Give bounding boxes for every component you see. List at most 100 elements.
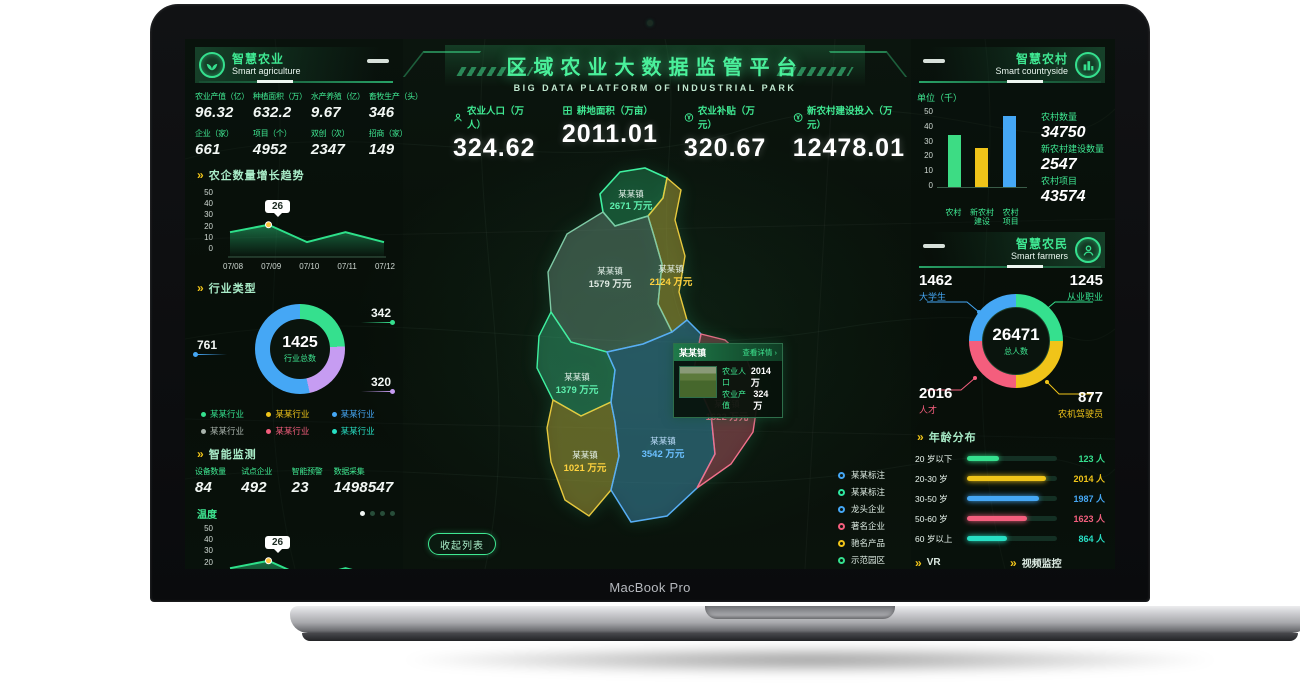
dot-icon[interactable] xyxy=(370,511,375,516)
legend-item: 某某行业 xyxy=(201,425,266,437)
svg-text:某某镇: 某某镇 xyxy=(572,450,598,460)
pagination-dots[interactable] xyxy=(360,511,395,516)
unit-label: 单位（千） xyxy=(917,91,1105,104)
svg-text:2671 万元: 2671 万元 xyxy=(610,201,653,212)
dash-decoration xyxy=(923,59,945,63)
ring-dot-icon xyxy=(838,472,845,479)
smart-countryside-header: 智慧农村 Smart countryside xyxy=(915,47,1105,83)
chevrons-icon: » xyxy=(197,170,204,180)
main-header: 区域农业大数据监管平台 BIG DATA PLATFORM OF INDUSTR… xyxy=(405,45,905,95)
smart-farmers-header: 智慧农民 Smart farmers xyxy=(915,232,1105,268)
dot-icon xyxy=(201,429,206,434)
ring-dot-icon xyxy=(838,523,845,530)
legend-item[interactable]: 某某标注 xyxy=(838,469,885,481)
stat: 设备数量84 xyxy=(195,466,237,496)
webcam-icon xyxy=(647,20,653,26)
bar xyxy=(948,135,961,187)
dot-icon xyxy=(266,429,271,434)
region-thumbnail-image xyxy=(679,366,717,398)
age-section-title: » 年龄分布 xyxy=(917,429,1105,445)
ring-dot-icon xyxy=(838,506,845,513)
laptop-shadow xyxy=(240,644,1300,684)
svg-text:1579 万元: 1579 万元 xyxy=(589,279,632,290)
macbook-mockup: 智慧农业 Smart agriculture 农业产值（亿）96.32 种植面积… xyxy=(150,4,1150,602)
laptop-underside xyxy=(302,633,1298,641)
smart-agriculture-header: 智慧农业 Smart agriculture xyxy=(195,47,397,83)
center-panel: 区域农业大数据监管平台 BIG DATA PLATFORM OF INDUSTR… xyxy=(405,39,905,569)
age-distribution-chart: 20 岁以下123 人 20-30 岁2014 人 30-50 岁1987 人 … xyxy=(915,452,1105,545)
dot-icon[interactable] xyxy=(360,511,365,516)
legend-item[interactable]: 驰名产品 xyxy=(838,537,885,549)
temperature-line-chart: 50403020100 07/0807/0907/1007/1107/12 26 xyxy=(195,523,397,569)
age-row: 20-30 岁2014 人 xyxy=(915,472,1105,485)
tooltip-title: 某某镇 xyxy=(679,346,706,359)
countryside-bar-chart: 50403020100 农村数量34750 新农村建设数量2547 农村 xyxy=(915,106,1105,208)
stat: 项目（个）4952 xyxy=(253,128,307,158)
investment-icon xyxy=(793,112,803,123)
stat: 水产养殖（亿）9.67 xyxy=(311,91,365,121)
view-details-link[interactable]: 查看详情 › xyxy=(742,347,777,358)
video-section-title: »视频监控 xyxy=(1010,555,1105,569)
ring-dot-icon xyxy=(838,540,845,547)
stat: 农业补贴（万元） 320.67 xyxy=(684,103,767,163)
bar xyxy=(1003,116,1016,187)
stat: 企业（家）661 xyxy=(195,128,249,158)
village-building-icon xyxy=(1075,52,1101,78)
stat: 种植面积（万）632.2 xyxy=(253,91,307,121)
legend-item[interactable]: 某某标注 xyxy=(838,486,885,498)
monitor-section-title: » 智能监测 xyxy=(197,446,397,462)
industry-legend: 某某行业 某某行业 某某行业 某某行业 某某行业 某某行业 xyxy=(195,408,397,437)
chevrons-icon: » xyxy=(197,283,204,293)
collapse-list-button[interactable]: 收起列表 xyxy=(428,533,496,555)
stat: 数据采集1498547 xyxy=(334,466,397,496)
trend-section-title: » 农企数量增长趋势 xyxy=(197,167,397,183)
dashboard-screen: 智慧农业 Smart agriculture 农业产值（亿）96.32 种植面积… xyxy=(185,39,1115,569)
laptop-base xyxy=(290,606,1300,633)
panel-title: 智慧农业 xyxy=(232,53,301,66)
legend-item[interactable]: 龙头企业 xyxy=(838,503,885,515)
svg-text:某某镇: 某某镇 xyxy=(650,436,676,446)
stat: 农业产值（亿）96.32 xyxy=(195,91,249,121)
dash-decoration xyxy=(367,59,389,63)
panel-subtitle: Smart farmers xyxy=(1011,251,1068,262)
dot-icon xyxy=(201,412,206,417)
svg-text:1021 万元: 1021 万元 xyxy=(564,463,607,474)
svg-text:2124 万元: 2124 万元 xyxy=(650,277,693,288)
svg-text:1379 万元: 1379 万元 xyxy=(556,385,599,396)
macbook-label: MacBook Pro xyxy=(150,580,1150,595)
chevrons-icon: » xyxy=(197,449,204,459)
monitor-stats: 设备数量84 试点企业492 智能预警23 数据采集1498547 xyxy=(195,466,397,496)
farmers-callout: 1245从业职业 xyxy=(1067,272,1103,303)
svg-text:某某镇: 某某镇 xyxy=(658,264,684,274)
legend-item[interactable]: 示范园区 xyxy=(838,554,885,566)
trend-line-chart: 50403020100 07/0807/0907/1007/1107/12 26 xyxy=(195,187,397,271)
chevrons-icon: » xyxy=(915,558,922,568)
age-row: 60 岁以上864 人 xyxy=(915,532,1105,545)
laptop-lid: 智慧农业 Smart agriculture 农业产值（亿）96.32 种植面积… xyxy=(150,4,1150,602)
farmers-donut-chart: 26471 总人数 1462大学生 xyxy=(915,272,1105,420)
legend-item[interactable]: 著名企业 xyxy=(838,520,885,532)
panel-title: 智慧农村 xyxy=(995,53,1068,66)
dot-icon xyxy=(332,429,337,434)
svg-text:3542 万元: 3542 万元 xyxy=(642,449,685,460)
agriculture-leaf-icon xyxy=(199,52,225,78)
legend-item: 某某行业 xyxy=(266,408,331,420)
age-row: 50-60 岁1623 人 xyxy=(915,512,1105,525)
subsidy-icon xyxy=(684,112,694,123)
dot-icon[interactable] xyxy=(380,511,385,516)
industry-section-title: » 行业类型 xyxy=(197,280,397,296)
industry-total: 1425 xyxy=(282,334,318,352)
svg-text:某某镇: 某某镇 xyxy=(597,266,623,276)
dot-icon[interactable] xyxy=(390,511,395,516)
svg-text:某某镇: 某某镇 xyxy=(618,189,644,199)
stat: 农村数量34750 xyxy=(1041,110,1105,142)
stat: 农业人口（万人） 324.62 xyxy=(453,103,536,163)
stat: 新农村建设数量2547 xyxy=(1041,142,1105,174)
headline-stats: 农业人口（万人） 324.62 耕地面积（万亩） 2011.01 农业补贴（万元… xyxy=(405,103,905,163)
panel-subtitle: Smart agriculture xyxy=(232,66,301,77)
dash-decoration xyxy=(923,244,945,248)
temperature-label: 温度 xyxy=(197,506,217,521)
industry-callout: 342 xyxy=(361,306,391,323)
farmer-person-icon xyxy=(1075,237,1101,263)
dot-icon xyxy=(332,412,337,417)
